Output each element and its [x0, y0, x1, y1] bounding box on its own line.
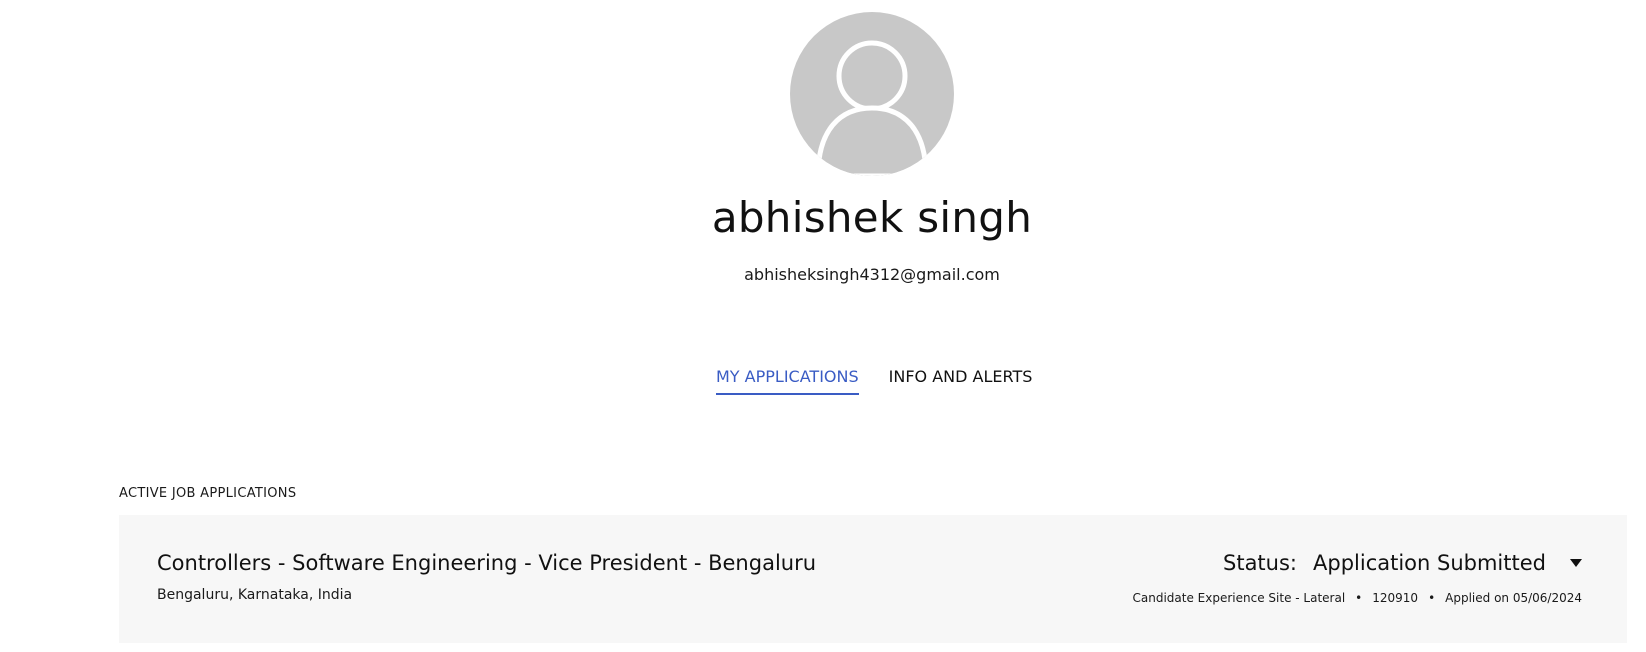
section-heading: ACTIVE JOB APPLICATIONS: [119, 486, 297, 501]
application-meta: Candidate Experience Site - Lateral • 12…: [1133, 591, 1582, 605]
status-label: Status:: [1223, 551, 1297, 575]
status-value: Application Submitted: [1313, 551, 1546, 575]
job-location: Bengaluru, Karnataka, India: [157, 587, 353, 603]
profile-email: abhisheksingh4312@gmail.com: [744, 265, 1000, 284]
user-silhouette-icon: [790, 12, 954, 176]
status-dropdown[interactable]: Status: Application Submitted: [1223, 551, 1582, 575]
avatar: [790, 12, 954, 176]
tab-bar: MY APPLICATIONS INFO AND ALERTS: [716, 366, 1032, 395]
job-id: 120910: [1372, 591, 1419, 605]
tab-my-applications[interactable]: MY APPLICATIONS: [716, 366, 859, 395]
meta-separator: •: [1428, 591, 1436, 605]
application-card[interactable]: Controllers - Software Engineering - Vic…: [119, 515, 1627, 643]
profile-name: abhishek singh: [711, 193, 1033, 242]
tab-info-and-alerts[interactable]: INFO AND ALERTS: [889, 366, 1033, 395]
applied-date: Applied on 05/06/2024: [1445, 591, 1582, 605]
job-title[interactable]: Controllers - Software Engineering - Vic…: [157, 551, 816, 575]
application-site: Candidate Experience Site - Lateral: [1132, 591, 1346, 605]
caret-down-icon[interactable]: [1570, 559, 1582, 567]
meta-separator: •: [1355, 591, 1363, 605]
